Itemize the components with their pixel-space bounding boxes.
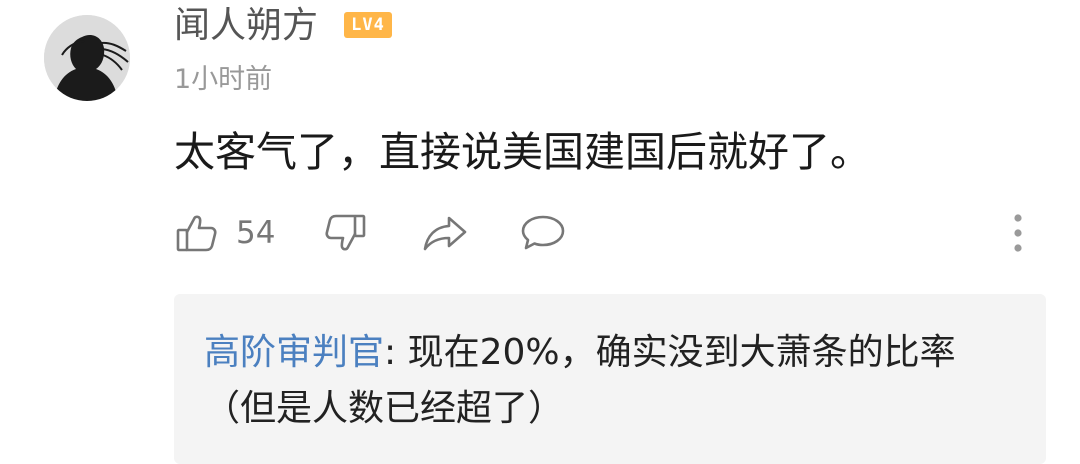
thumbs-down-icon[interactable] bbox=[322, 208, 368, 258]
comment-username[interactable]: 闻人朔方 bbox=[174, 2, 318, 50]
reply-separator: : bbox=[384, 332, 408, 373]
comment-action-bar: 54 bbox=[0, 208, 1080, 258]
reply-preview[interactable]: 高阶审判官: 现在20%，确实没到大萧条的比率（但是人数已经超了） bbox=[174, 294, 1046, 464]
comment-timestamp: 1小时前 bbox=[174, 64, 273, 95]
reply-username[interactable]: 高阶审判官 bbox=[204, 332, 384, 373]
avatar-silhouette-icon bbox=[44, 15, 130, 101]
reply-content: 高阶审判官: 现在20%，确实没到大萧条的比率（但是人数已经超了） bbox=[204, 325, 1004, 437]
user-avatar[interactable] bbox=[44, 15, 130, 101]
more-vertical-icon[interactable] bbox=[1004, 208, 1032, 258]
level-badge: LV4 bbox=[344, 12, 392, 38]
like-count: 54 bbox=[236, 215, 276, 251]
thumbs-up-icon[interactable] bbox=[174, 208, 220, 258]
comment-bubble-icon[interactable] bbox=[518, 208, 568, 258]
share-icon[interactable] bbox=[420, 208, 470, 258]
comment-body: 太客气了，直接说美国建国后就好了。 bbox=[174, 128, 871, 176]
